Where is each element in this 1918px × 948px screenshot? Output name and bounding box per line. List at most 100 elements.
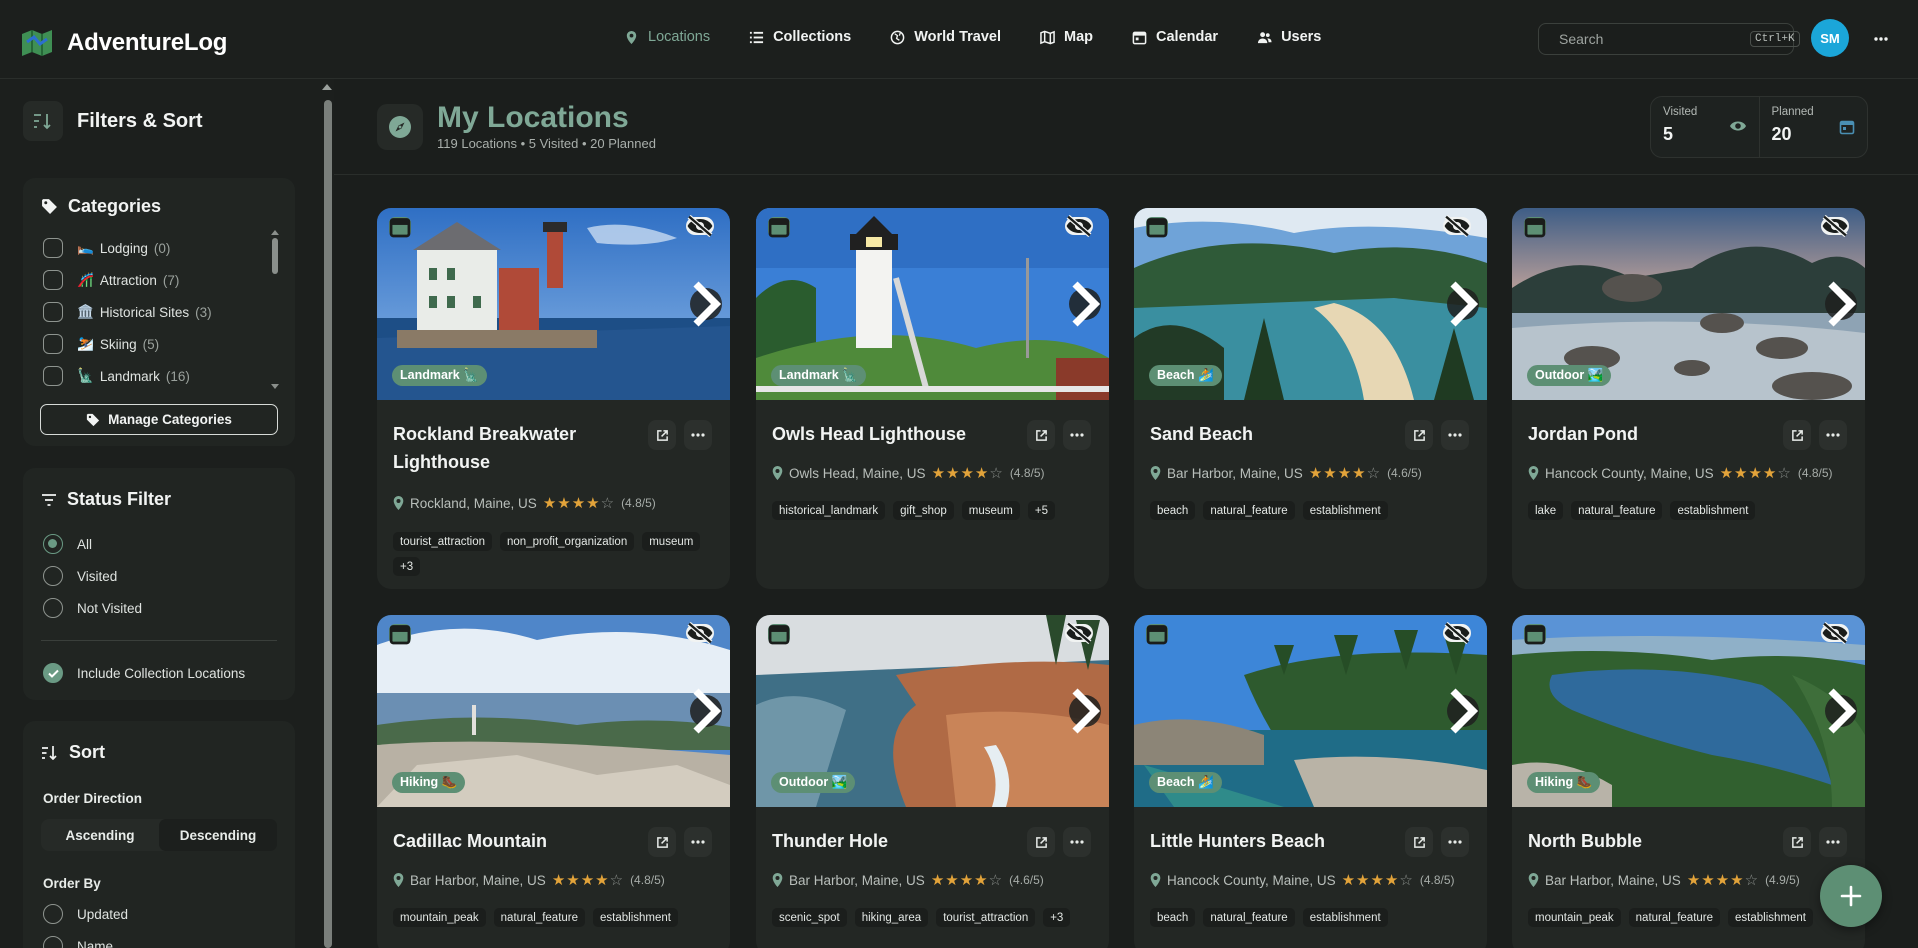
open-link-button[interactable] [1027, 827, 1055, 857]
next-image-button[interactable] [1447, 281, 1479, 327]
status-radio[interactable] [43, 598, 63, 618]
location-card[interactable]: Hiking 🥾 North Bubble Bar Harbor, Maine,… [1512, 615, 1865, 948]
card-menu-button[interactable] [1063, 420, 1091, 450]
category-attraction[interactable]: 🎢 Attraction (7) [43, 270, 179, 290]
card-title[interactable]: Jordan Pond [1528, 420, 1778, 448]
nav-users[interactable]: Users [1257, 29, 1321, 45]
star-rating: ★★★★☆ [931, 465, 1004, 482]
category-historical-sites[interactable]: 🏛️ Historical Sites (3) [43, 302, 212, 322]
category-checkbox[interactable] [43, 334, 63, 354]
open-link-button[interactable] [1405, 827, 1433, 857]
card-location-row: Bar Harbor, Maine, US ★★★★☆ (4.9/5) [1528, 871, 1800, 889]
nav-world-travel[interactable]: World Travel [890, 29, 1001, 45]
location-card[interactable]: Landmark 🗽 Owls Head Lighthouse Owls Hea… [756, 208, 1109, 589]
order-by-updated[interactable]: Updated [43, 904, 128, 924]
category-label: Lodging [99, 240, 148, 256]
nav-locations[interactable]: Locations [624, 29, 710, 45]
status-radio[interactable] [43, 566, 63, 586]
search-box[interactable]: Ctrl+K [1538, 23, 1800, 55]
order-by-radio[interactable] [43, 904, 63, 924]
card-title[interactable]: Thunder Hole [772, 827, 1022, 855]
open-link-button[interactable] [1027, 420, 1055, 450]
nav-map[interactable]: Map [1040, 29, 1093, 45]
card-image[interactable]: Outdoor 🏞️ [756, 615, 1109, 807]
next-image-button[interactable] [1069, 281, 1101, 327]
card-title[interactable]: Rockland Breakwater Lighthouse [393, 420, 643, 476]
status-option-not-visited[interactable]: Not Visited [43, 598, 142, 618]
descending-button[interactable]: Descending [159, 819, 277, 851]
next-image-button[interactable] [1069, 688, 1101, 734]
card-title[interactable]: Sand Beach [1150, 420, 1400, 448]
category-count: (3) [195, 304, 212, 320]
card-location-row: Bar Harbor, Maine, US ★★★★☆ (4.8/5) [393, 871, 665, 889]
category-landmark[interactable]: 🗽 Landmark (16) [43, 366, 190, 386]
open-link-button[interactable] [648, 827, 676, 857]
location-card[interactable]: Outdoor 🏞️ Thunder Hole Bar Harbor, Main… [756, 615, 1109, 948]
category-scrollbar[interactable] [272, 238, 278, 274]
category-lodging[interactable]: 🛌 Lodging (0) [43, 238, 170, 258]
category-checkbox[interactable] [43, 238, 63, 258]
card-menu-button[interactable] [1819, 420, 1847, 450]
location-card[interactable]: Beach 🏄 Sand Beach Bar Harbor, Maine, US… [1134, 208, 1487, 589]
category-scroll-down[interactable] [271, 384, 279, 389]
sidebar-scrollbar-thumb[interactable] [324, 100, 332, 948]
card-tags: lake natural_feature establishment [1528, 501, 1853, 520]
card-image[interactable]: Landmark 🗽 [377, 208, 730, 400]
card-title[interactable]: North Bubble [1528, 827, 1778, 855]
open-link-button[interactable] [648, 420, 676, 450]
nav-collections[interactable]: Collections [749, 29, 851, 45]
category-checkbox[interactable] [43, 270, 63, 290]
status-radio[interactable] [43, 534, 63, 554]
ascending-button[interactable]: Ascending [41, 819, 159, 851]
include-collections-checkbox[interactable] [43, 663, 63, 683]
category-scroll-up[interactable] [271, 230, 279, 235]
card-menu-button[interactable] [684, 827, 712, 857]
order-by-radio[interactable] [43, 936, 63, 948]
card-menu-button[interactable] [1441, 420, 1469, 450]
location-card[interactable]: Hiking 🥾 Cadillac Mountain Bar Harbor, M… [377, 615, 730, 948]
card-title[interactable]: Cadillac Mountain [393, 827, 643, 855]
location-card[interactable]: Beach 🏄 Little Hunters Beach Hancock Cou… [1134, 615, 1487, 948]
next-image-button[interactable] [1825, 688, 1857, 734]
card-image[interactable]: Beach 🏄 [1134, 615, 1487, 807]
category-checkbox[interactable] [43, 366, 63, 386]
more-menu-button[interactable] [1866, 26, 1896, 52]
sidebar-scroll-up[interactable] [322, 84, 332, 90]
category-skiing[interactable]: ⛷️ Skiing (5) [43, 334, 159, 354]
next-image-button[interactable] [690, 281, 722, 327]
next-image-button[interactable] [690, 688, 722, 734]
search-input[interactable] [1559, 31, 1740, 47]
card-image[interactable]: Landmark 🗽 [756, 208, 1109, 400]
card-menu-button[interactable] [1819, 827, 1847, 857]
open-link-button[interactable] [1783, 827, 1811, 857]
card-image[interactable]: Hiking 🥾 [1512, 615, 1865, 807]
manage-categories-button[interactable]: Manage Categories [40, 404, 278, 435]
brand[interactable]: AdventureLog [21, 28, 227, 58]
tag-more[interactable]: +5 [1027, 501, 1055, 520]
tag-more[interactable]: +3 [1043, 908, 1071, 927]
nav-calendar[interactable]: Calendar [1132, 29, 1218, 45]
card-title[interactable]: Owls Head Lighthouse [772, 420, 1022, 448]
include-collections-toggle[interactable]: Include Collection Locations [43, 663, 245, 683]
open-link-button[interactable] [1783, 420, 1811, 450]
status-option-visited[interactable]: Visited [43, 566, 117, 586]
category-checkbox[interactable] [43, 302, 63, 322]
open-link-button[interactable] [1405, 420, 1433, 450]
card-menu-button[interactable] [1063, 827, 1091, 857]
location-card[interactable]: Landmark 🗽 Rockland Breakwater Lighthous… [377, 208, 730, 589]
avatar[interactable]: SM [1811, 19, 1849, 57]
tag-more[interactable]: +3 [393, 557, 421, 576]
card-tags: beach natural_feature establishment [1150, 908, 1475, 927]
card-menu-button[interactable] [1441, 827, 1469, 857]
add-location-button[interactable] [1820, 865, 1882, 927]
next-image-button[interactable] [1825, 281, 1857, 327]
order-by-name[interactable]: Name [43, 936, 113, 948]
location-card[interactable]: Outdoor 🏞️ Jordan Pond Hancock County, M… [1512, 208, 1865, 589]
status-option-all[interactable]: All [43, 534, 92, 554]
card-image[interactable]: Outdoor 🏞️ [1512, 208, 1865, 400]
card-menu-button[interactable] [684, 420, 712, 450]
card-title[interactable]: Little Hunters Beach [1150, 827, 1400, 855]
card-image[interactable]: Hiking 🥾 [377, 615, 730, 807]
card-image[interactable]: Beach 🏄 [1134, 208, 1487, 400]
next-image-button[interactable] [1447, 688, 1479, 734]
